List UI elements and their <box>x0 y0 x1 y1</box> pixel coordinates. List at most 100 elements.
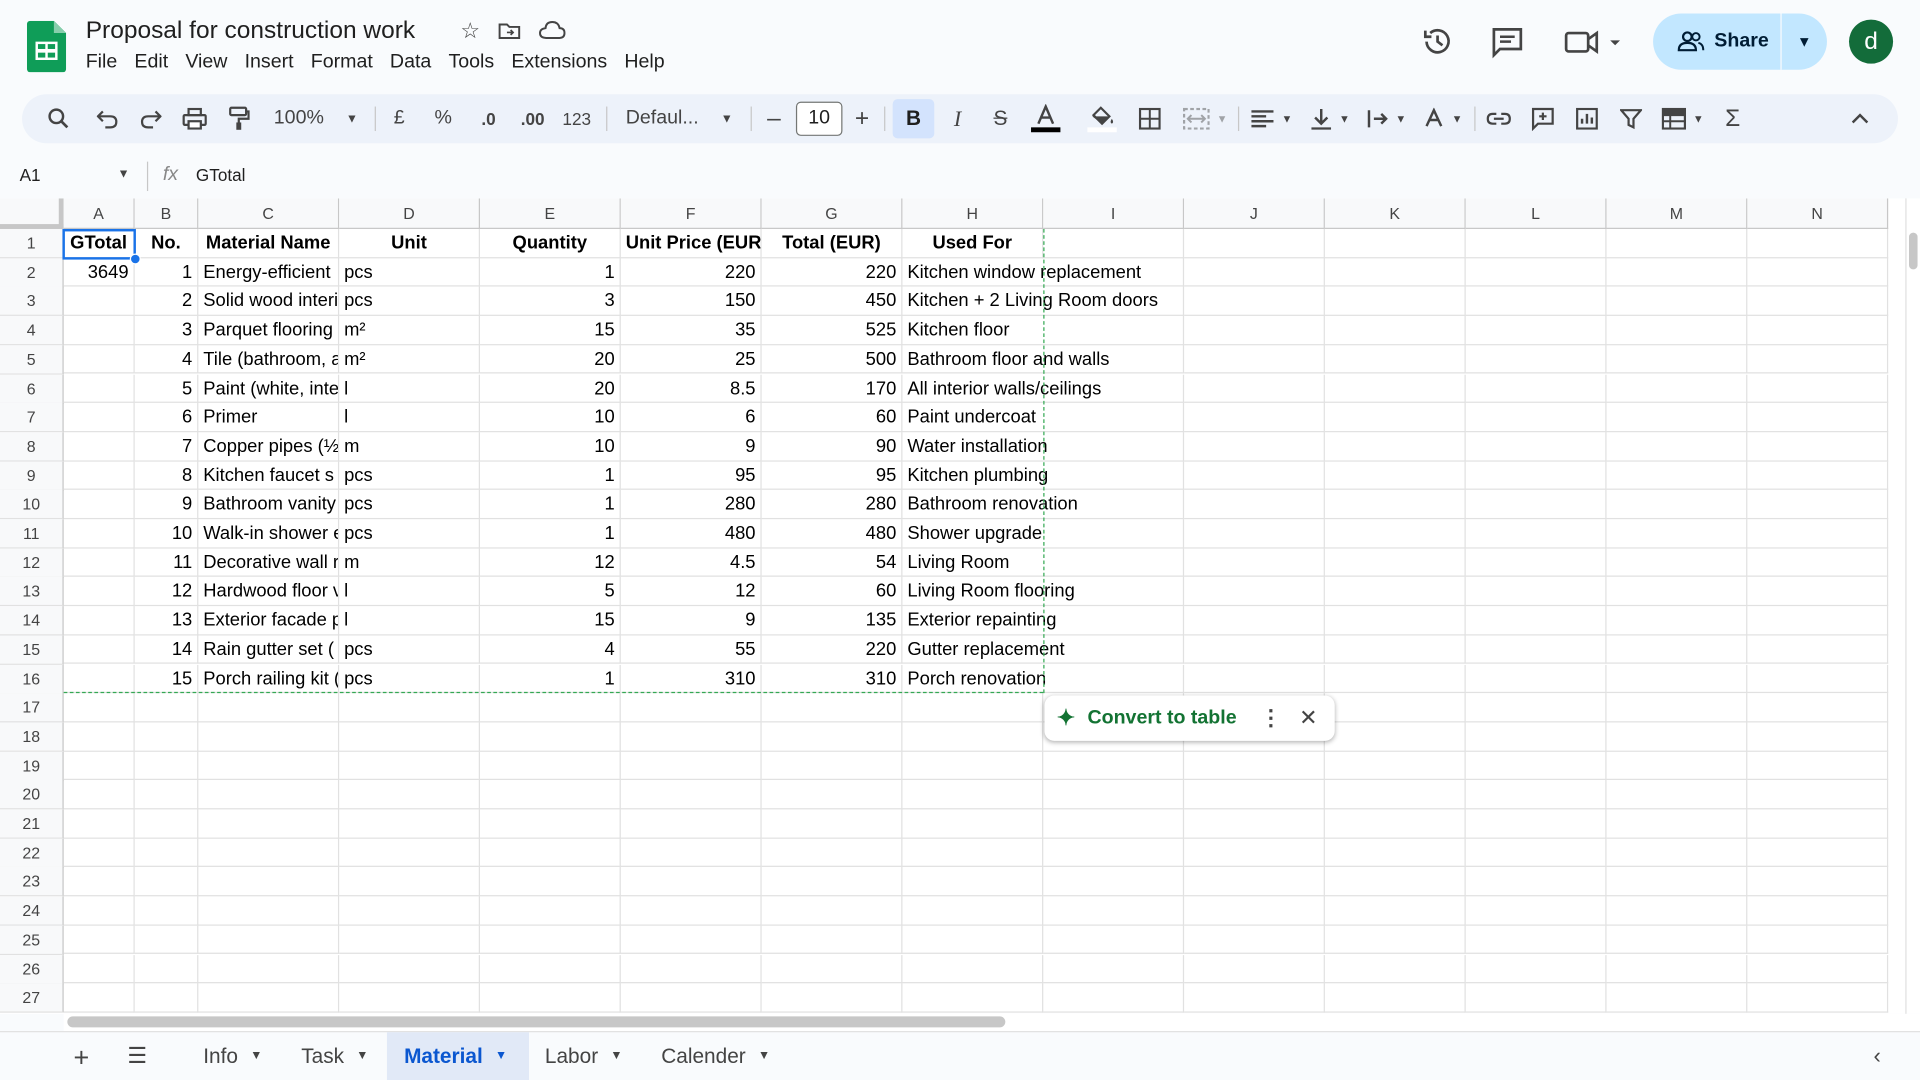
cell[interactable] <box>1043 925 1185 955</box>
cell[interactable]: l <box>339 403 481 433</box>
sheet-tab-labor[interactable]: Labor ▼ <box>528 1032 640 1080</box>
cell[interactable] <box>480 809 621 839</box>
cell[interactable] <box>1606 809 1748 839</box>
cell[interactable] <box>1747 896 1889 926</box>
cell[interactable] <box>1465 577 1607 607</box>
row-header[interactable]: 21 <box>0 809 64 839</box>
cell[interactable] <box>1606 432 1748 462</box>
cell[interactable]: Kitchen plumbing <box>902 461 1048 491</box>
cell[interactable]: Living Room <box>902 548 1044 578</box>
cell[interactable]: 3 <box>480 287 621 317</box>
chevron-down-icon[interactable]: ▼ <box>495 1049 507 1062</box>
comments-icon[interactable] <box>1490 24 1524 59</box>
chevron-down-icon[interactable]: ▼ <box>250 1049 262 1062</box>
sheet-tab-calender[interactable]: Calender ▼ <box>644 1032 787 1080</box>
increase-decimal-button[interactable]: .00 <box>516 94 550 143</box>
cell[interactable] <box>1465 461 1607 491</box>
cell[interactable]: 1 <box>480 664 621 694</box>
cell[interactable] <box>1747 432 1889 462</box>
cell[interactable] <box>1606 664 1748 694</box>
cell[interactable] <box>1324 548 1466 578</box>
cell[interactable] <box>902 751 1044 781</box>
strikethrough-button[interactable]: S <box>984 94 1016 143</box>
cell[interactable] <box>1184 403 1325 433</box>
cell[interactable]: Shower upgrade <box>902 519 1044 549</box>
cell[interactable]: 6 <box>134 403 199 433</box>
redo-icon[interactable] <box>136 94 165 143</box>
cell[interactable]: 1 <box>134 257 199 287</box>
cell[interactable] <box>1747 809 1889 839</box>
cell[interactable] <box>63 461 135 491</box>
cell[interactable] <box>1324 490 1466 520</box>
cell[interactable] <box>63 867 135 897</box>
cell[interactable]: 3 <box>134 316 199 346</box>
cell[interactable] <box>1324 838 1466 868</box>
cell[interactable] <box>1043 867 1185 897</box>
cell[interactable] <box>902 693 1044 723</box>
cell[interactable]: l <box>339 577 481 607</box>
cell[interactable]: 220 <box>761 635 903 665</box>
cell[interactable] <box>1324 606 1466 636</box>
cell[interactable] <box>1747 838 1889 868</box>
cell[interactable] <box>198 954 340 984</box>
share-button[interactable]: Share <box>1653 13 1780 69</box>
table-views-button[interactable]: ▼ <box>1657 94 1708 143</box>
cell[interactable]: Energy-efficient <box>198 257 340 287</box>
cell[interactable]: m² <box>339 345 481 375</box>
cell[interactable] <box>63 403 135 433</box>
cell[interactable] <box>198 983 340 1013</box>
row-header[interactable]: 20 <box>0 780 64 810</box>
cell[interactable] <box>63 635 135 665</box>
cell[interactable] <box>1465 228 1607 258</box>
cell[interactable]: 12 <box>620 577 762 607</box>
cell[interactable] <box>1747 925 1889 955</box>
insert-link-icon[interactable] <box>1483 94 1515 143</box>
cell[interactable] <box>761 925 903 955</box>
cell[interactable] <box>198 867 340 897</box>
cell[interactable] <box>63 345 135 375</box>
cell[interactable]: 9 <box>134 490 199 520</box>
cell[interactable]: 450 <box>761 287 903 317</box>
cell[interactable] <box>1184 664 1325 694</box>
hide-menus-chevron-up-icon[interactable] <box>1844 94 1876 143</box>
cell[interactable]: Exterior facade p <box>198 606 340 636</box>
share-dropdown-button[interactable]: ▼ <box>1782 33 1827 50</box>
column-header[interactable]: B <box>134 198 199 229</box>
row-header[interactable]: 9 <box>0 461 64 491</box>
cell[interactable]: 525 <box>761 316 903 346</box>
functions-icon[interactable]: Σ <box>1718 94 1747 143</box>
cell[interactable] <box>620 809 762 839</box>
cell[interactable] <box>63 751 135 781</box>
cloud-saved-icon[interactable] <box>539 18 566 42</box>
cell[interactable] <box>1184 228 1325 258</box>
cell[interactable] <box>480 722 621 752</box>
cell[interactable]: pcs <box>339 664 481 694</box>
document-title[interactable]: Proposal for construction work <box>86 17 415 45</box>
cell[interactable] <box>1043 461 1185 491</box>
cell[interactable] <box>1465 954 1607 984</box>
cell[interactable] <box>134 983 199 1013</box>
cell[interactable] <box>198 722 340 752</box>
row-header[interactable]: 18 <box>0 722 64 752</box>
cell[interactable] <box>63 432 135 462</box>
cell[interactable]: Living Room flooring <box>902 577 1075 607</box>
cell[interactable] <box>63 548 135 578</box>
cell[interactable] <box>902 809 1044 839</box>
cell[interactable] <box>480 983 621 1013</box>
cell[interactable]: 280 <box>761 490 903 520</box>
cell[interactable]: 10 <box>480 432 621 462</box>
cell[interactable] <box>1606 925 1748 955</box>
cell[interactable] <box>1465 490 1607 520</box>
cell[interactable]: 14 <box>134 635 199 665</box>
cell[interactable] <box>339 925 481 955</box>
cell[interactable] <box>63 577 135 607</box>
cell[interactable] <box>1184 257 1325 287</box>
cell[interactable]: Porch railing kit ( <box>198 664 340 694</box>
cell[interactable] <box>134 896 199 926</box>
cell[interactable] <box>761 693 903 723</box>
cell[interactable] <box>1043 403 1185 433</box>
row-header[interactable]: 15 <box>0 635 64 665</box>
cell[interactable] <box>1747 577 1889 607</box>
cell[interactable]: 60 <box>761 403 903 433</box>
cell[interactable] <box>198 838 340 868</box>
